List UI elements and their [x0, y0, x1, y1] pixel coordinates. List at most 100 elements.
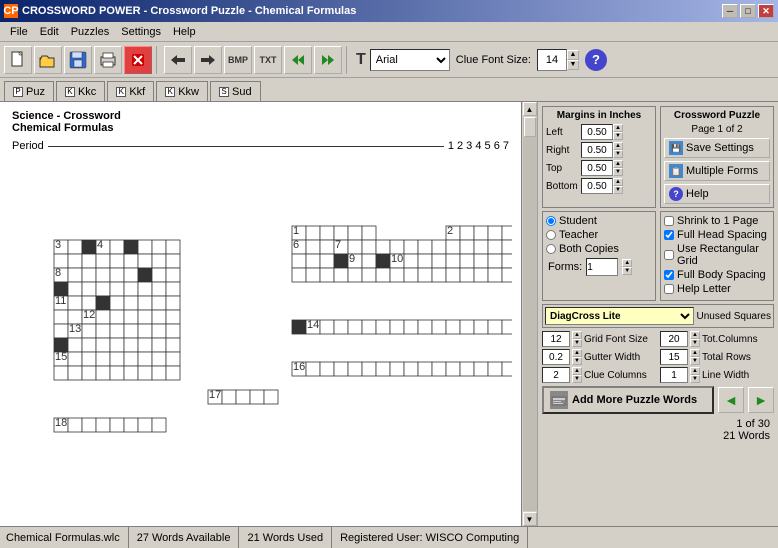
font-style-select[interactable]: DiagCross Lite — [545, 307, 694, 325]
radio-student[interactable] — [546, 216, 556, 226]
check-rectangular[interactable] — [664, 250, 674, 260]
vertical-scrollbar[interactable]: ▲ ▼ — [521, 102, 537, 526]
margins-box: Margins in Inches Left ▲ ▼ Right ▲ ▼ — [542, 106, 656, 208]
check-rectangular-label: Use Rectangular Grid — [677, 243, 770, 267]
print-button[interactable] — [94, 46, 122, 74]
margin-top-down[interactable]: ▼ — [613, 168, 623, 176]
close-button[interactable]: ✕ — [758, 4, 774, 18]
forms-input[interactable] — [586, 258, 618, 276]
multiple-forms-button[interactable]: 📋 Multiple Forms — [664, 161, 770, 181]
minimize-button[interactable]: ─ — [722, 4, 738, 18]
margin-right-input[interactable] — [581, 142, 613, 158]
stop-button[interactable] — [124, 46, 152, 74]
check-shrink[interactable] — [664, 216, 674, 226]
menu-help[interactable]: Help — [167, 24, 202, 40]
nav-right-button[interactable]: ► — [748, 387, 774, 413]
grid-settings: ▲ ▼ Grid Font Size ▲ ▼ Gutter Width — [542, 331, 774, 383]
tab-kkw[interactable]: K Kkw — [156, 81, 208, 101]
add-words-button[interactable]: Add More Puzzle Words — [542, 386, 714, 414]
scroll-track — [523, 117, 537, 511]
margin-right-down[interactable]: ▼ — [613, 150, 623, 158]
back-button[interactable] — [164, 46, 192, 74]
clue-font-size-up[interactable]: ▲ — [567, 50, 579, 60]
tot-columns-label: Tot.Columns — [702, 334, 774, 345]
maximize-button[interactable]: □ — [740, 4, 756, 18]
text-button[interactable]: TXT — [254, 46, 282, 74]
new-button[interactable] — [4, 46, 32, 74]
margin-top-up[interactable]: ▲ — [613, 160, 623, 168]
scroll-up-button[interactable]: ▲ — [523, 102, 537, 116]
open-button[interactable] — [34, 46, 62, 74]
margin-bottom-input[interactable] — [581, 178, 613, 194]
menu-edit[interactable]: Edit — [34, 24, 65, 40]
margin-top-input[interactable] — [581, 160, 613, 176]
margin-left-spin: ▲ ▼ — [613, 124, 623, 140]
font-name-select[interactable]: Arial — [370, 49, 450, 71]
total-rows-down[interactable]: ▼ — [690, 357, 700, 365]
line-width-down[interactable]: ▼ — [690, 375, 700, 383]
radio-both[interactable] — [546, 244, 556, 254]
menu-settings[interactable]: Settings — [115, 24, 167, 40]
tab-kkc[interactable]: K Kkc — [56, 81, 105, 101]
clue-columns-down[interactable]: ▼ — [572, 375, 582, 383]
check-fullhead[interactable] — [664, 230, 674, 240]
status-registered-user: Registered User: WISCO Computing — [332, 527, 528, 548]
margin-bottom-down[interactable]: ▼ — [613, 186, 623, 194]
grid-font-size-input[interactable] — [542, 331, 570, 347]
menu-puzzles[interactable]: Puzzles — [65, 24, 116, 40]
grid-font-size-down[interactable]: ▼ — [572, 339, 582, 347]
tab-puz[interactable]: P Puz — [4, 81, 54, 101]
arrow-right-button[interactable] — [314, 46, 342, 74]
save-button[interactable] — [64, 46, 92, 74]
tot-columns-up[interactable]: ▲ — [690, 331, 700, 339]
help-button[interactable]: ? — [585, 49, 607, 71]
arrow-left-button[interactable] — [284, 46, 312, 74]
svg-text:2: 2 — [447, 225, 453, 237]
tot-columns-down[interactable]: ▼ — [690, 339, 700, 347]
margin-left-up[interactable]: ▲ — [613, 124, 623, 132]
page-status: 1 of 30 21 Words — [542, 417, 774, 443]
check-fullbody[interactable] — [664, 270, 674, 280]
clue-font-size-input[interactable] — [537, 49, 567, 71]
margin-right-up[interactable]: ▲ — [613, 142, 623, 150]
clue-columns-up[interactable]: ▲ — [572, 367, 582, 375]
svg-text:13: 13 — [69, 323, 81, 335]
radio-teacher-label: Teacher — [559, 229, 598, 241]
clue-columns-input[interactable] — [542, 367, 570, 383]
svg-text:18: 18 — [55, 417, 67, 429]
radio-student-row: Student — [546, 215, 652, 227]
clue-font-size-down[interactable]: ▼ — [567, 60, 579, 70]
margin-left-down[interactable]: ▼ — [613, 132, 623, 140]
gutter-width-down[interactable]: ▼ — [572, 357, 582, 365]
radio-teacher[interactable] — [546, 230, 556, 240]
gutter-width-up[interactable]: ▲ — [572, 349, 582, 357]
line-width-up[interactable]: ▲ — [690, 367, 700, 375]
forms-down[interactable]: ▼ — [622, 267, 632, 275]
grid-font-size-up[interactable]: ▲ — [572, 331, 582, 339]
margin-left-input[interactable] — [581, 124, 613, 140]
nav-left-button[interactable]: ◄ — [718, 387, 744, 413]
help-panel-button[interactable]: ? Help — [664, 184, 770, 204]
forms-up[interactable]: ▲ — [622, 259, 632, 267]
total-rows-up[interactable]: ▲ — [690, 349, 700, 357]
clue-font-size-box: ▲ ▼ — [537, 49, 579, 71]
margin-bottom-up[interactable]: ▲ — [613, 178, 623, 186]
tab-sud[interactable]: S Sud — [210, 81, 261, 101]
margin-left-label: Left — [546, 127, 581, 138]
gutter-width-input[interactable] — [542, 349, 570, 365]
scroll-thumb[interactable] — [524, 117, 536, 137]
image-button[interactable]: BMP — [224, 46, 252, 74]
total-rows-input[interactable] — [660, 349, 688, 365]
check-helpletter[interactable] — [664, 284, 674, 294]
puzzle-title-line1: Science - Crossword — [12, 110, 509, 122]
svg-text:16: 16 — [293, 361, 305, 373]
tot-columns-input[interactable] — [660, 331, 688, 347]
gs-left-col: ▲ ▼ Grid Font Size ▲ ▼ Gutter Width — [542, 331, 656, 383]
menu-file[interactable]: File — [4, 24, 34, 40]
tab-kkf[interactable]: K Kkf — [107, 81, 154, 101]
scroll-down-button[interactable]: ▼ — [523, 512, 537, 526]
svg-text:4: 4 — [97, 239, 103, 251]
forward-button[interactable] — [194, 46, 222, 74]
save-settings-button[interactable]: 💾 Save Settings — [664, 138, 770, 158]
line-width-input[interactable] — [660, 367, 688, 383]
